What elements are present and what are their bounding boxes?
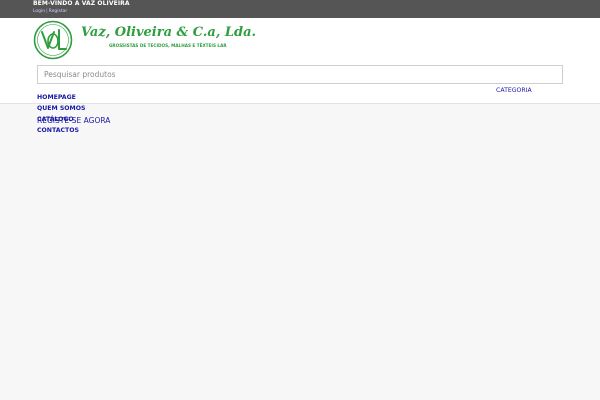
register-now-link[interactable]: REGISTE-SE AGORA (37, 116, 110, 125)
search-input[interactable] (37, 65, 563, 84)
nav-item-quem-somos[interactable]: QUEM SOMOS (37, 105, 85, 112)
nav-item-contactos[interactable]: CONTACTOS (37, 127, 79, 134)
welcome-text: BEM-VINDO À VAZ OLIVEIRA (33, 0, 130, 7)
header-divider (0, 103, 600, 104)
login-link[interactable]: Login (33, 9, 45, 14)
register-link[interactable]: Registar (49, 9, 68, 14)
site-header: Vaz, Oliveira & C.a, Lda. GROSSISTAS DE … (0, 18, 600, 104)
brand-name: Vaz, Oliveira & C.a, Lda. (81, 25, 257, 40)
auth-links: Login|Registar (33, 9, 67, 14)
category-dropdown[interactable]: CATEGORIA (496, 87, 532, 94)
top-bar: BEM-VINDO À VAZ OLIVEIRA Login|Registar (0, 0, 600, 18)
vol-monogram-logo-icon[interactable] (33, 20, 73, 60)
nav-item-homepage[interactable]: HOMEPAGE (37, 94, 76, 101)
brand-tagline: GROSSISTAS DE TECIDOS, MALHAS E TÊXTEIS … (109, 43, 227, 48)
